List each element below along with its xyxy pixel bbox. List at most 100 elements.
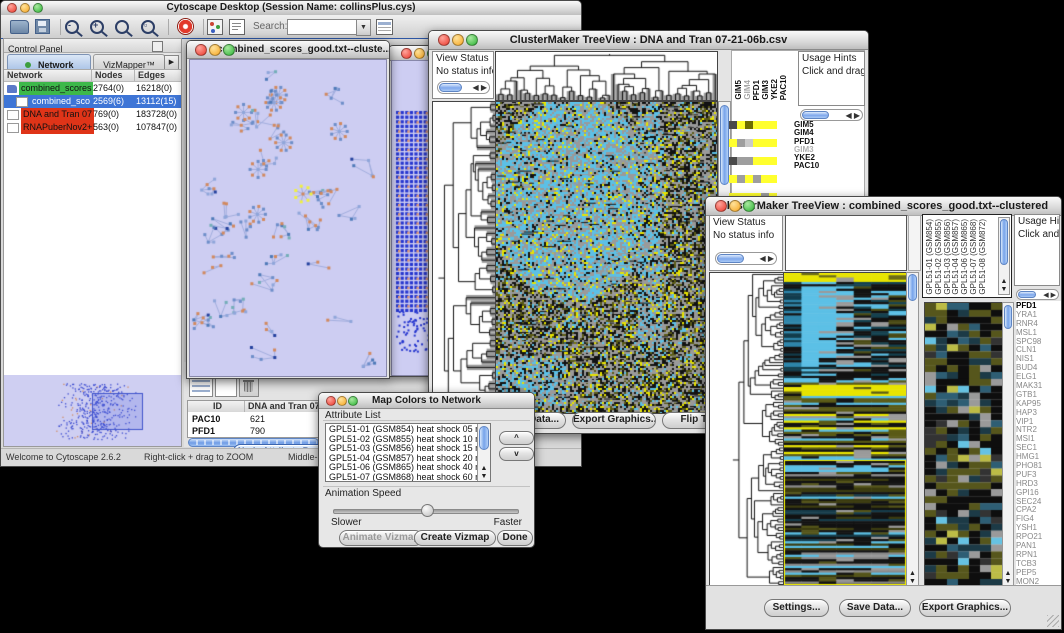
animation-speed-slider[interactable] — [333, 503, 519, 517]
gene-label[interactable]: HRD3 — [1016, 479, 1061, 488]
network-overview-thumbnail[interactable] — [4, 375, 181, 446]
gene-label[interactable]: YRA1 — [1016, 310, 1061, 319]
col-header-id[interactable]: ID — [188, 401, 245, 412]
col-header-edges[interactable]: Edges — [135, 70, 181, 81]
gene-label[interactable]: BUD4 — [1016, 363, 1061, 372]
tv1-correlation-matrix[interactable] — [729, 121, 777, 169]
minimize-icon[interactable] — [452, 34, 464, 46]
col-header-nodes[interactable]: Nodes — [92, 70, 135, 81]
gene-label[interactable]: NIS1 — [1016, 354, 1061, 363]
tab-overflow-button[interactable]: ▶ — [164, 55, 179, 70]
close-icon[interactable] — [715, 200, 727, 212]
help-lifesaver-icon[interactable] — [177, 18, 194, 35]
gene-label[interactable]: RNR4 — [1016, 319, 1061, 328]
tv1-column-label[interactable]: PAC10 — [779, 75, 788, 100]
close-icon[interactable] — [195, 44, 207, 56]
gene-label[interactable]: SEC24 — [1016, 497, 1061, 506]
open-session-icon[interactable] — [10, 20, 29, 34]
delete-attribute-trash-icon[interactable] — [239, 377, 259, 397]
slider-thumb[interactable] — [421, 504, 434, 517]
attribute-listbox[interactable]: GPL51-01 (GSM854) heat shock 05 minGPL51… — [325, 423, 491, 482]
col-header-network[interactable]: Network — [4, 70, 92, 81]
close-icon[interactable] — [326, 396, 336, 406]
tv1-column-label[interactable]: GIM3 — [761, 80, 770, 100]
gene-label[interactable]: PEP5 — [1016, 568, 1061, 577]
gene-label[interactable]: YSH1 — [1016, 523, 1061, 532]
gene-label[interactable]: GPI16 — [1016, 488, 1061, 497]
tv1-gene-label[interactable]: PAC10 — [794, 162, 854, 170]
attribute-up-button[interactable]: ^ — [499, 431, 534, 445]
gene-label[interactable]: TCB3 — [1016, 559, 1061, 568]
tv2-zoomed-heatmap[interactable] — [924, 302, 1003, 587]
network-manager-icon[interactable] — [207, 19, 223, 35]
tv1-heatmap[interactable] — [495, 101, 718, 414]
zoom-selected-icon[interactable]: ▫ — [141, 20, 155, 34]
gene-label[interactable]: MSI1 — [1016, 434, 1061, 443]
network-list-row[interactable]: combined_sco2569(6)13112(15) — [4, 95, 181, 108]
tv2-save-data-button[interactable]: Save Data... — [839, 599, 911, 617]
table-view-icon[interactable] — [189, 377, 213, 397]
create-vizmap-button[interactable]: Create Vizmap — [414, 530, 496, 546]
gene-label[interactable]: HAP3 — [1016, 408, 1061, 417]
annotation-icon[interactable] — [229, 19, 245, 35]
tv1-column-dendrogram[interactable] — [495, 51, 718, 101]
gene-label[interactable]: PAN1 — [1016, 541, 1061, 550]
zoom-window-icon[interactable] — [33, 3, 43, 13]
zoom-fit-icon[interactable] — [115, 20, 129, 34]
zoom-out-icon[interactable]: - — [65, 20, 79, 34]
tv2-heatmap-vscrollbar[interactable]: ▲▼ — [906, 272, 919, 587]
tv2-usage-hints-scrollbar[interactable]: ◀ ▶ — [1016, 289, 1059, 300]
minimize-icon[interactable] — [414, 48, 425, 59]
gene-label[interactable]: CLN1 — [1016, 345, 1061, 354]
tab-network[interactable]: Network — [7, 54, 91, 69]
attribute-list-vscrollbar[interactable]: ▲▼ — [477, 424, 490, 481]
tv2-row-dendrogram[interactable] — [709, 272, 784, 587]
gene-label[interactable]: ELG1 — [1016, 372, 1061, 381]
tv2-settings-button[interactable]: Settings... — [764, 599, 829, 617]
minimize-icon[interactable] — [209, 44, 221, 56]
tv2-view-status-scrollbar[interactable]: ◀ ▶ — [715, 252, 777, 265]
zoom-window-icon[interactable] — [223, 44, 235, 56]
gene-label[interactable]: NTR2 — [1016, 425, 1061, 434]
tv1-export-graphics-button[interactable]: Export Graphics... — [572, 412, 656, 429]
search-input[interactable] — [287, 19, 359, 35]
gene-label[interactable]: KAP95 — [1016, 399, 1061, 408]
tv1-row-dendrogram[interactable] — [432, 101, 496, 414]
new-attribute-icon[interactable] — [215, 377, 237, 397]
gene-label[interactable]: PUF3 — [1016, 470, 1061, 479]
tv2-zoom-vscrollbar[interactable]: ▲▼ — [1002, 302, 1014, 587]
gene-label[interactable]: FIG4 — [1016, 514, 1061, 523]
gene-label[interactable]: PFD1 — [1016, 301, 1061, 310]
network-list-row[interactable]: DNA and Tran 07769(0)183728(0) — [4, 108, 181, 121]
gene-label[interactable]: GTB1 — [1016, 390, 1061, 399]
gene-label[interactable]: SEC1 — [1016, 443, 1061, 452]
resize-grip-icon[interactable] — [1047, 615, 1059, 627]
attribute-browser-icon[interactable] — [376, 19, 393, 35]
array-column-label[interactable]: GPL51-07 (GSM868) — [969, 219, 978, 295]
minimize-icon[interactable] — [729, 200, 741, 212]
array-column-label[interactable]: GPL51-06 (GSM865) — [960, 219, 969, 295]
zoom-in-icon[interactable]: + — [90, 20, 104, 34]
close-icon[interactable] — [401, 48, 412, 59]
tv1-column-label[interactable]: PFD1 — [752, 80, 761, 100]
main-titlebar[interactable]: Cytoscape Desktop (Session Name: collins… — [1, 1, 581, 16]
gene-label[interactable]: RPN1 — [1016, 550, 1061, 559]
zoom-window-icon[interactable] — [348, 396, 358, 406]
attribute-down-button[interactable]: v — [499, 447, 534, 461]
tab-vizmapper[interactable]: VizMapper™ — [93, 54, 165, 69]
zoom-window-icon[interactable] — [743, 200, 755, 212]
tv1-column-label[interactable]: YKE2 — [770, 79, 779, 100]
done-button[interactable]: Done — [497, 530, 533, 546]
gene-label[interactable]: MAK31 — [1016, 381, 1061, 390]
tv1-column-label[interactable]: GIM5 — [734, 80, 743, 100]
tv2-column-tree-panel[interactable] — [785, 215, 907, 271]
close-icon[interactable] — [7, 3, 17, 13]
search-dropdown-icon[interactable]: ▼ — [356, 19, 371, 36]
tv1-view-status-scrollbar[interactable]: ◀ ▶ — [437, 81, 490, 94]
save-session-icon[interactable] — [35, 19, 50, 34]
gene-label[interactable]: CPA2 — [1016, 505, 1061, 514]
network-list-row[interactable]: combined_scores2764(0)16218(0) — [4, 82, 181, 95]
tv2-heatmap[interactable] — [783, 272, 907, 587]
gene-label[interactable]: VIP1 — [1016, 417, 1061, 426]
animate-vizmap-button[interactable]: Animate Vizmap — [339, 530, 423, 546]
